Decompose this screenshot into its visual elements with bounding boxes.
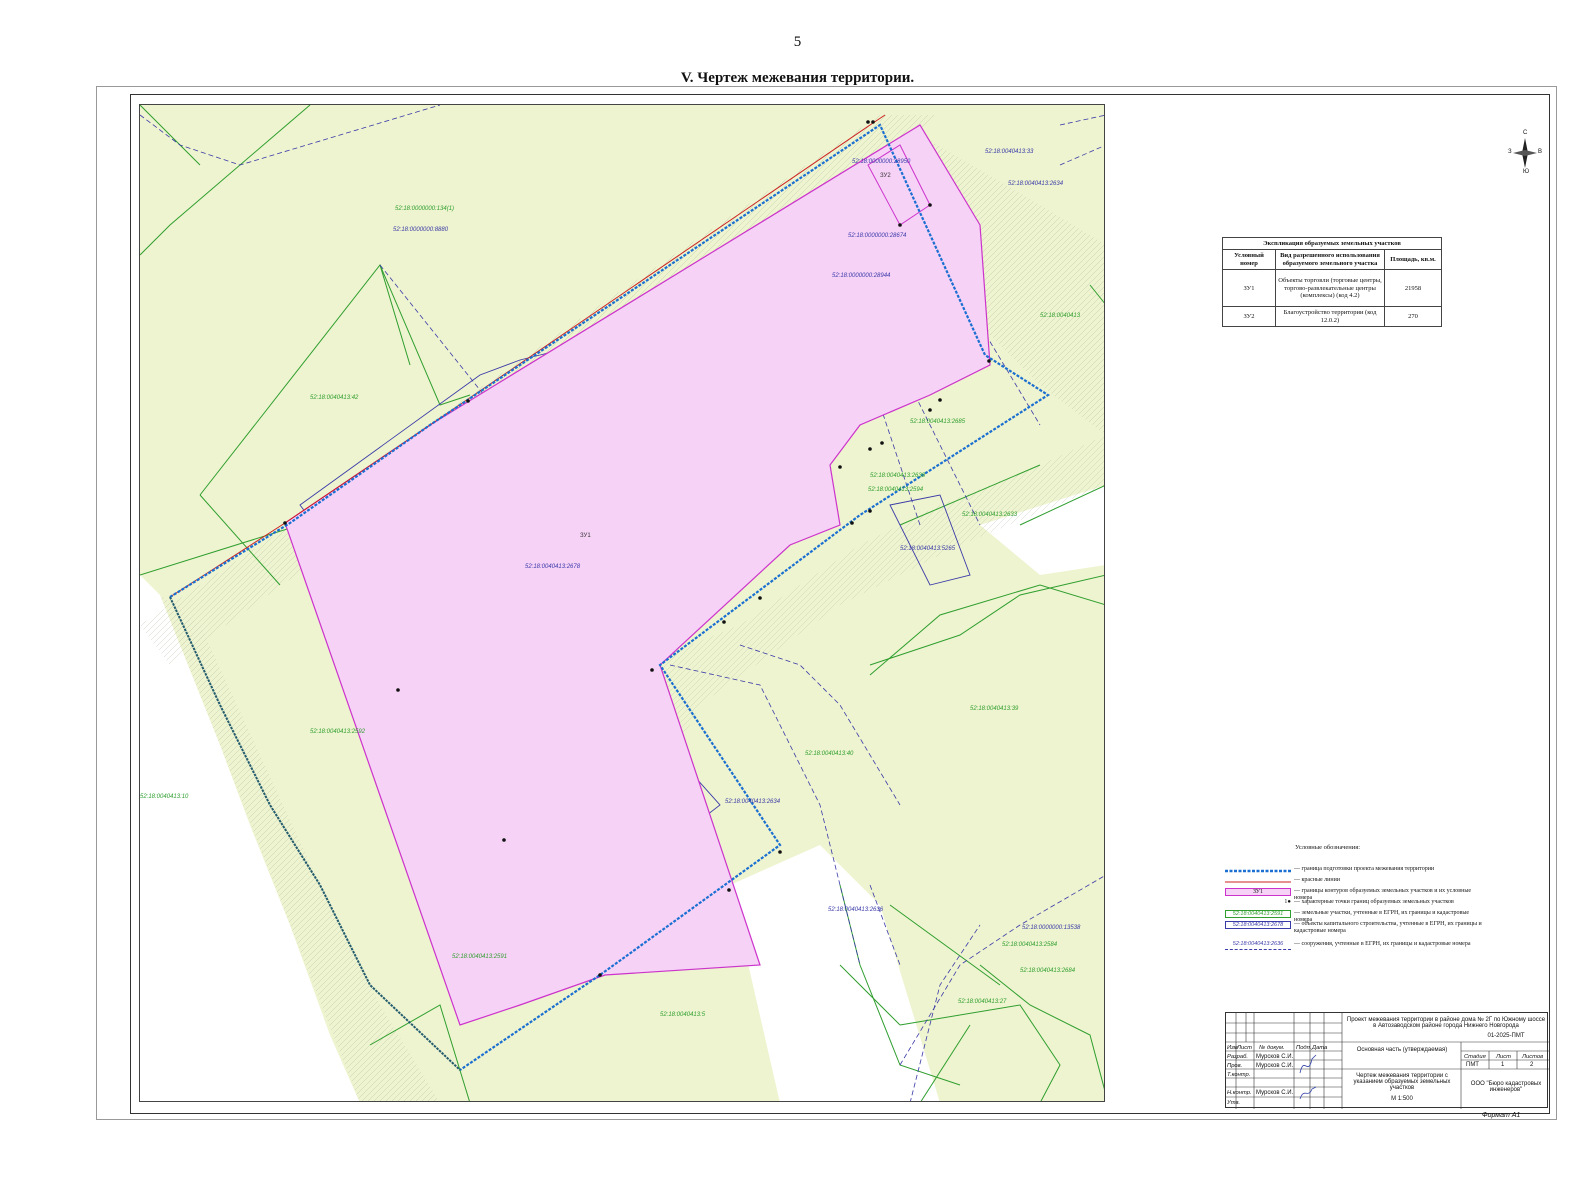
sheets-value: 2 <box>1530 1062 1534 1068</box>
explication-header: Условный номер <box>1222 249 1276 271</box>
col-doc: № докум. <box>1259 1045 1285 1051</box>
project-title: Проект межевания территории в районе дом… <box>1346 1017 1546 1029</box>
label-object: 52:18:0040413:5265 <box>900 546 956 552</box>
label-parcel: 52:18:0040413:2638 <box>870 473 926 479</box>
west-label: З <box>1508 149 1512 155</box>
label-parcel: 52:18:0040413:2591 <box>452 954 507 960</box>
table-row: ЗУ2 Благоустройство территории (код 12.0… <box>1222 306 1442 328</box>
label-parcel: 52:18:0040413:2592 <box>310 729 366 735</box>
legend-text: — граница подготовки проекта межевания т… <box>1294 866 1435 872</box>
label-object: 52:18:0040413:33 <box>985 149 1034 155</box>
signature-mark <box>1299 1054 1317 1074</box>
role-label: Пров. <box>1227 1063 1243 1069</box>
role-label: Т.контр. <box>1227 1072 1251 1078</box>
organization: ООО "Бюро кадастровых инженеров" <box>1470 1081 1542 1093</box>
label-object: 52:18:0040413:2634 <box>725 799 781 805</box>
label-parcel: 52:18:0040413:5 <box>660 1012 706 1018</box>
scale: М 1:500 <box>1391 1096 1413 1102</box>
role-name: Мурсков С.И. <box>1256 1063 1294 1069</box>
label-parcel: 52:18:0040413:2685 <box>910 419 966 425</box>
role-label: Разраб. <box>1227 1054 1248 1060</box>
sheet-title: Чертеж межевания территории с указанием … <box>1353 1073 1451 1091</box>
legend-symbol: 52:18:0040413:2636 <box>1225 941 1291 950</box>
label-parcel: 52:18:0040413:40 <box>805 751 854 757</box>
label-parcel: 52:18:0040413:42 <box>310 395 359 401</box>
legend-item: 52:18:0040413:2678 — объекты капитальног… <box>1225 921 1485 934</box>
south-label: Ю <box>1523 169 1530 175</box>
sheets-header: Листов <box>1522 1054 1544 1060</box>
label-parcel: 52:18:0040413:2684 <box>1020 968 1076 974</box>
table-cell: 270 <box>1384 306 1442 328</box>
signature-mark <box>1299 1086 1317 1100</box>
label-parcel: 52:18:0040413:2594 <box>868 487 924 493</box>
legend-text: — объекты капитального строительства, уч… <box>1294 921 1482 934</box>
label-zu1: ЗУ1 <box>580 533 591 539</box>
document-code: 01-2025-ПМТ <box>1487 1033 1525 1039</box>
sheet-header: Лист <box>1496 1054 1511 1060</box>
legend-text: — красные линии <box>1294 877 1340 883</box>
label-object: 52:18:0040413:2634 <box>1008 181 1064 187</box>
label-object: 52:18:0040413:2678 <box>525 564 581 570</box>
label-parcel: 52:18:0040413:27 <box>958 999 1007 1005</box>
table-cell: Объекты торговли (торговые центры, торго… <box>1275 269 1385 308</box>
legend-item: — красные линии <box>1225 877 1485 887</box>
label-object: 52:18:0000000:13538 <box>1022 925 1081 931</box>
label-parcel: 52:18:0040413:10 <box>140 794 189 800</box>
label-object: 52:18:0000000:28950 <box>852 159 911 165</box>
table-cell: Благоустройство территории (код 12.0.2) <box>1275 306 1385 328</box>
doc-part: Основная часть (утверждаемая) <box>1356 1047 1448 1053</box>
col-list: Лист <box>1237 1045 1252 1051</box>
stage-header: Стадия <box>1464 1054 1486 1060</box>
stage-value: ПМТ <box>1466 1062 1479 1068</box>
legend-symbol: 52:18:0040413:2591 <box>1225 910 1291 918</box>
legend-symbol: 1● <box>1284 899 1291 905</box>
explication-header: Площадь, кв.м. <box>1384 249 1442 271</box>
label-object: 52:18:0000000:28944 <box>832 273 891 279</box>
page-number: 5 <box>793 34 802 50</box>
role-label: Утв. <box>1227 1100 1241 1106</box>
legend-item: 1● — характерные точки границ образуемых… <box>1225 899 1485 909</box>
north-label: С <box>1523 130 1528 136</box>
table-cell: ЗУ1 <box>1222 269 1276 308</box>
legend-item: ЗУ1 — границы контуров образуемых земель… <box>1225 888 1485 901</box>
explication-header: Вид разрешенного использования образуемо… <box>1275 249 1385 271</box>
role-name: Мурсков С.И. <box>1256 1090 1294 1096</box>
table-cell: ЗУ2 <box>1222 306 1276 328</box>
paper-format: Формат А1 <box>1482 1112 1521 1119</box>
role-name: Мурсков С.И. <box>1256 1054 1294 1060</box>
explication-caption: Экспликация образуемых земельных участко… <box>1222 236 1442 251</box>
table-cell: 21958 <box>1384 269 1442 308</box>
label-parcel: 52:18:0040413 <box>1040 313 1081 319</box>
label-parcel: 52:18:0000000:134(1) <box>395 206 454 212</box>
label-zu2: ЗУ2 <box>880 173 891 179</box>
label-parcel: 52:18:0040413:2633 <box>962 512 1018 518</box>
legend-item: — граница подготовки проекта межевания т… <box>1225 866 1485 876</box>
legend-item: 52:18:0040413:2591 — земельные участки, … <box>1225 910 1485 923</box>
role-label: Н.контр. <box>1227 1090 1252 1096</box>
label-parcel: 52:18:0040413:39 <box>970 706 1019 712</box>
legend-symbol: 52:18:0040413:2678 <box>1225 921 1291 929</box>
map-canvas[interactable]: ЗУ1 ЗУ2 52:18:0000000:134(1) 52:18:00404… <box>139 104 1105 1102</box>
label-parcel: 52:18:0040413:2584 <box>1002 942 1058 948</box>
legend-text: — сооружения, учтенные в ЕГРН, их границ… <box>1294 941 1471 947</box>
label-object: 52:18:0000000:8880 <box>393 227 449 233</box>
table-row: ЗУ1 Объекты торговли (торговые центры, т… <box>1222 269 1442 308</box>
label-object: 52:18:0040413:2636 <box>828 907 884 913</box>
page-title: V. Чертеж межевания территории. <box>680 70 915 86</box>
label-object: 52:18:0000000:28674 <box>848 233 907 239</box>
sheet-value: 1 <box>1501 1062 1505 1068</box>
east-label: В <box>1538 149 1543 155</box>
title-block: Проект межевания территории в районе дом… <box>1225 1012 1549 1109</box>
legend-item: 52:18:0040413:2636 — сооружения, учтенны… <box>1225 941 1485 951</box>
legend-text: — характерные точки границ образуемых зе… <box>1294 899 1454 905</box>
north-arrow: С Ю З В <box>1508 130 1543 175</box>
legend-title: Условные обозначения: <box>1295 844 1361 851</box>
legend-symbol: ЗУ1 <box>1225 888 1291 896</box>
explication-table: Экспликация образуемых земельных участко… <box>1222 236 1442 328</box>
